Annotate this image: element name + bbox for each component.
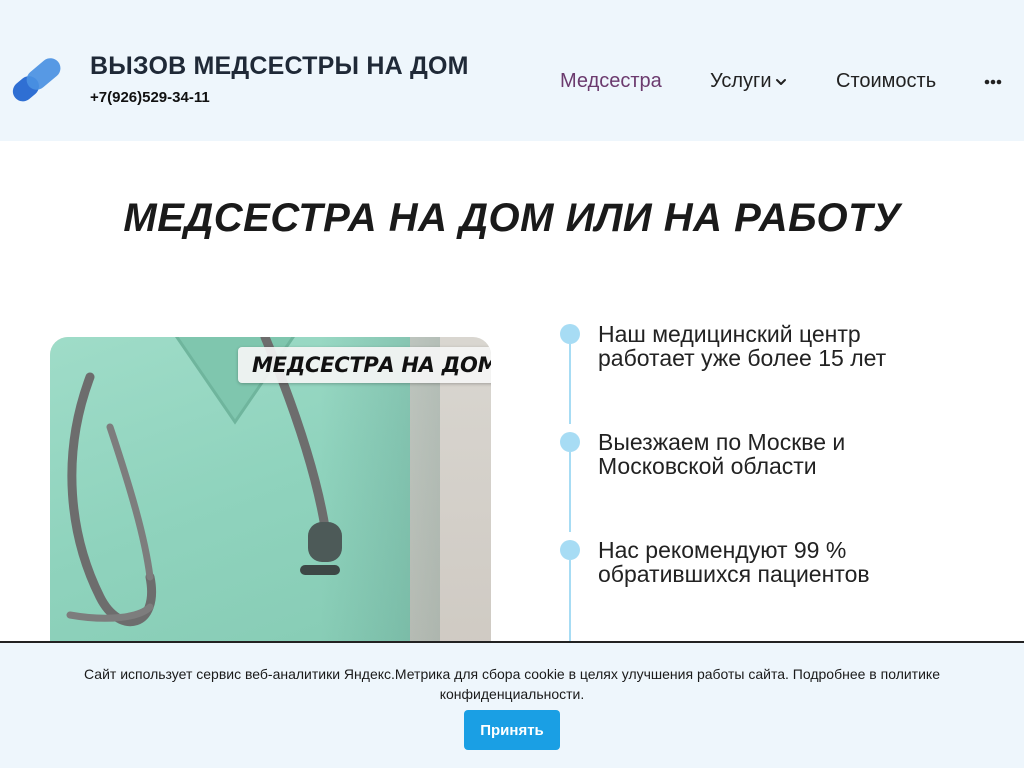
cookie-text: Сайт использует сервис веб-аналитики Янд… — [84, 666, 940, 702]
hero-badge: МЕДСЕСТРА НА ДОМ — [238, 347, 491, 383]
page-title: МЕДСЕСТРА НА ДОМ ИЛИ НА РАБОТУ — [123, 196, 901, 240]
chevron-down-icon — [775, 78, 786, 85]
feature-text: Нас рекомендуют 99 % обратившихся пациен… — [598, 537, 870, 587]
phone-number[interactable]: +7(926)529-34-11 — [90, 89, 210, 106]
capsule-logo-icon[interactable] — [6, 56, 66, 102]
accept-cookies-button[interactable]: Принять — [464, 710, 560, 750]
nav-item-stoimost[interactable]: Стоимость — [836, 70, 936, 93]
nav-item-uslugi-label: Услуги — [710, 70, 772, 92]
timeline-line — [569, 452, 571, 532]
bullet-dot-icon — [560, 324, 580, 344]
more-dots-icon[interactable] — [984, 72, 1002, 92]
feature-text: Наш медицинский центр работает уже более… — [598, 321, 887, 371]
cookie-banner: Сайт использует сервис веб-аналитики Янд… — [0, 641, 1024, 768]
timeline-line — [569, 560, 571, 642]
feature-text: Выезжаем по Москве и Московской области — [598, 429, 846, 479]
stethoscope-illustration — [66, 337, 342, 627]
bullet-dot-icon — [560, 540, 580, 560]
hero-image-nurse: МЕДСЕСТРА НА ДОМ — [50, 337, 491, 657]
site-header: ВЫЗОВ МЕДСЕСТРЫ НА ДОМ +7(926)529-34-11 … — [0, 0, 1024, 141]
timeline-line — [569, 344, 571, 424]
brand-title[interactable]: ВЫЗОВ МЕДСЕСТРЫ НА ДОМ — [90, 52, 469, 81]
bullet-dot-icon — [560, 432, 580, 452]
nav-item-uslugi[interactable]: Услуги — [710, 70, 787, 93]
nav-item-medsestra[interactable]: Медсестра — [560, 70, 662, 93]
